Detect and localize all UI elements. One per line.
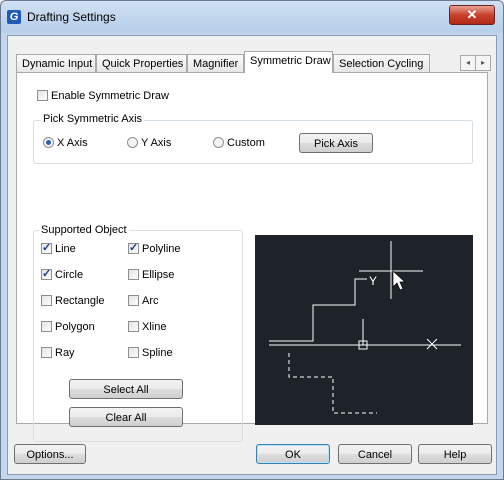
radio-dot[interactable]	[43, 137, 54, 148]
polyline-checkbox[interactable]: Polyline	[128, 241, 181, 255]
select-all-button[interactable]: Select All	[69, 379, 183, 399]
tab-scroll-left-icon[interactable]: ◂	[460, 55, 476, 71]
enable-symmetric-draw-label: Enable Symmetric Draw	[51, 90, 169, 102]
checkbox-box[interactable]	[41, 295, 52, 306]
window-title: Drafting Settings	[27, 10, 116, 24]
ray-checkbox[interactable]: Ray	[41, 347, 75, 359]
checkbox-box[interactable]	[128, 347, 139, 358]
pick-axis-button[interactable]: Pick Axis	[299, 133, 373, 153]
x-axis-label: X Axis	[57, 137, 88, 149]
preview-drawing: Y	[269, 241, 461, 414]
tab-scroll-right-icon[interactable]: ▸	[475, 55, 491, 71]
spline-checkbox[interactable]: Spline	[128, 347, 173, 359]
dialog-body: Dynamic Input Quick Properties Magnifier…	[7, 35, 497, 475]
checkbox-box[interactable]	[128, 269, 139, 280]
line-label: Line	[55, 243, 76, 255]
line-checkbox[interactable]: Line	[41, 241, 76, 255]
original-polyline	[269, 278, 367, 342]
enable-symmetric-draw-checkbox[interactable]: Enable Symmetric Draw	[37, 90, 169, 102]
checkbox-box[interactable]	[128, 241, 139, 254]
options-button[interactable]: Options...	[14, 444, 86, 464]
polygon-checkbox[interactable]: Polygon	[41, 321, 95, 333]
rectangle-checkbox[interactable]: Rectangle	[41, 295, 105, 307]
symmetric-draw-panel: Enable Symmetric Draw Pick Symmetric Axi…	[16, 72, 488, 442]
checkbox-box[interactable]	[41, 267, 52, 280]
tab-quick-properties[interactable]: Quick Properties	[96, 54, 187, 72]
dialog-window: G Drafting Settings ✕ Dynamic Input Quic…	[0, 0, 504, 480]
symmetric-preview: Y	[255, 235, 473, 425]
custom-axis-radio[interactable]: Custom	[213, 137, 265, 149]
tab-dynamic-input[interactable]: Dynamic Input	[16, 54, 96, 72]
circle-label: Circle	[55, 269, 84, 281]
crosshair-cursor	[359, 241, 423, 299]
cancel-button[interactable]: Cancel	[338, 444, 412, 464]
polyline-label: Polyline	[142, 243, 181, 255]
radio-dot[interactable]	[213, 137, 224, 148]
ok-button[interactable]: OK	[256, 444, 330, 464]
circle-checkbox[interactable]: Circle	[41, 267, 84, 281]
xline-label: Xline	[142, 321, 167, 333]
app-logo-icon: G	[7, 10, 21, 24]
checkbox-box[interactable]	[41, 321, 52, 332]
spline-label: Spline	[142, 347, 173, 359]
mouse-pointer-icon	[392, 270, 406, 291]
y-axis-radio[interactable]: Y Axis	[127, 137, 171, 149]
rectangle-label: Rectangle	[55, 295, 105, 307]
checkbox-box[interactable]	[41, 347, 52, 358]
preview-y-label: Y	[369, 274, 377, 288]
x-axis-radio[interactable]: X Axis	[43, 137, 88, 149]
mirrored-polyline	[288, 353, 377, 414]
custom-axis-label: Custom	[227, 137, 265, 149]
checkbox-box[interactable]	[128, 321, 139, 332]
checkbox-box[interactable]	[128, 295, 139, 306]
radio-dot[interactable]	[127, 137, 138, 148]
arc-checkbox[interactable]: Arc	[128, 295, 159, 307]
ellipse-label: Ellipse	[142, 269, 175, 281]
help-button[interactable]: Help	[418, 444, 492, 464]
title-bar[interactable]: G Drafting Settings ✕	[1, 1, 503, 35]
supported-object-group-title: Supported Object	[39, 224, 129, 236]
tab-selection-cycling[interactable]: Selection Cycling	[333, 54, 430, 72]
checkbox-box[interactable]	[37, 90, 48, 101]
pick-axis-group-title: Pick Symmetric Axis	[41, 113, 145, 125]
ellipse-checkbox[interactable]: Ellipse	[128, 269, 174, 281]
checkbox-box[interactable]	[41, 241, 52, 254]
polygon-label: Polygon	[55, 321, 95, 333]
tab-symmetric-draw[interactable]: Symmetric Draw	[244, 51, 333, 73]
arc-label: Arc	[142, 295, 159, 307]
x-marker-icon	[426, 338, 438, 350]
xline-checkbox[interactable]: Xline	[128, 321, 166, 333]
clear-all-button[interactable]: Clear All	[69, 407, 183, 427]
tab-magnifier[interactable]: Magnifier	[187, 54, 244, 72]
y-axis-label: Y Axis	[141, 137, 172, 149]
ray-label: Ray	[55, 347, 75, 359]
tab-strip: Dynamic Input Quick Properties Magnifier…	[16, 51, 491, 73]
close-button[interactable]: ✕	[449, 5, 495, 25]
